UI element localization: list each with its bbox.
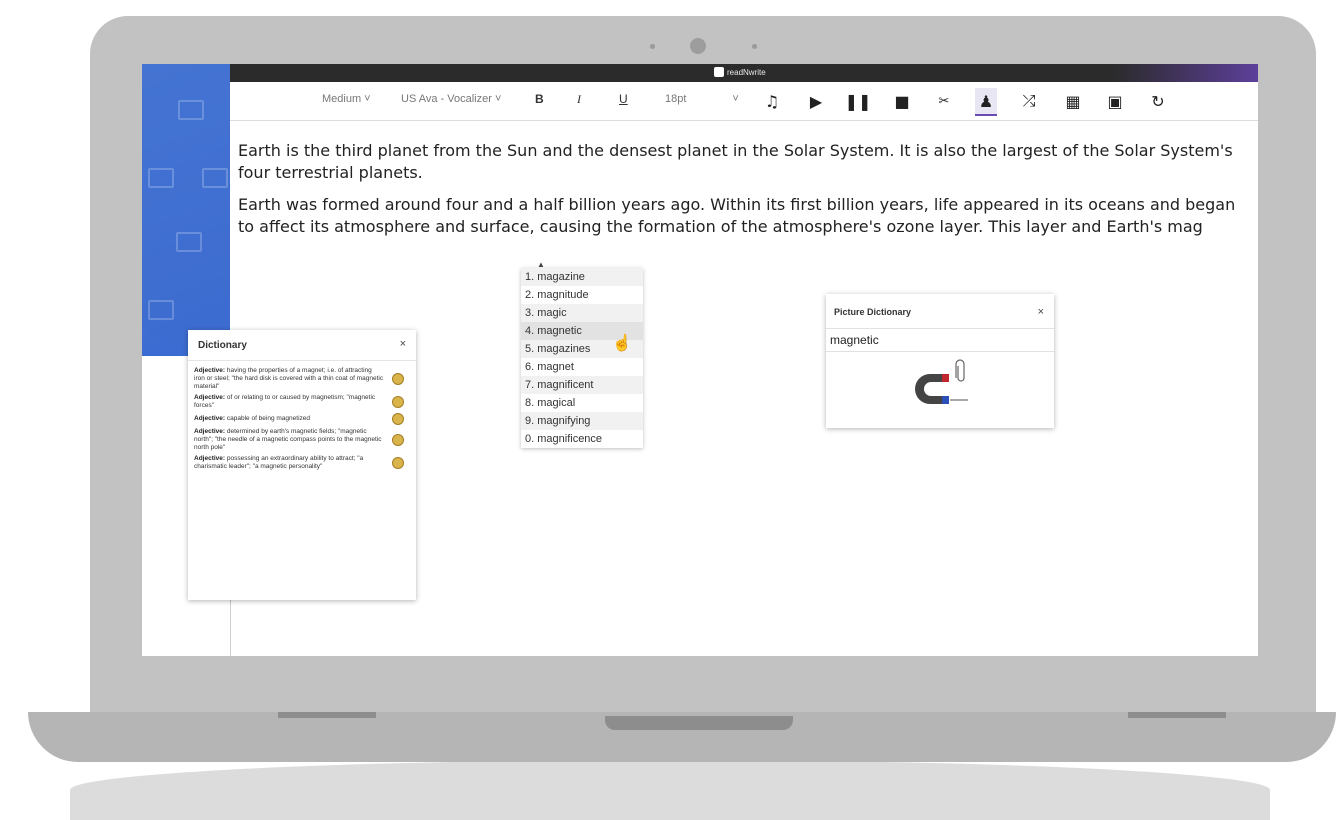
background-monitor-icon (148, 300, 174, 320)
picture-dictionary-close-button[interactable]: × (1038, 306, 1044, 318)
dictionary-header: Dictionary × (188, 330, 416, 361)
suggestion-item[interactable]: 6. magnet (521, 358, 643, 376)
pause-icon[interactable]: ❚❚ (845, 90, 872, 112)
paragraph: Earth is the third planet from the Sun a… (238, 141, 1233, 182)
suggestion-item[interactable]: 8. magical (521, 394, 643, 412)
play-icon[interactable]: ▶ (805, 90, 827, 112)
laptop-vent-right (1128, 712, 1226, 718)
definition-text: Adjective: capable of being magnetized (194, 415, 311, 422)
speak-icon[interactable] (392, 373, 404, 385)
dictionary-icon[interactable]: ▦ (1062, 90, 1084, 112)
app-titlebar: readNwrite (230, 64, 1258, 82)
dictionary-definitions: Adjective: having the properties of a ma… (188, 361, 416, 471)
background-monitor-icon (176, 232, 202, 252)
camera-lens (690, 38, 706, 54)
suggestion-item[interactable]: 2. magnitude (521, 286, 643, 304)
picture-dictionary-header: Picture Dictionary × (826, 294, 1054, 328)
definition-text: Adjective: of or relating to or caused b… (194, 394, 376, 409)
app-brand: readNwrite (714, 67, 766, 77)
laptop-notch (605, 716, 793, 730)
italic-button[interactable]: I (577, 92, 581, 107)
background-monitor-icon (148, 168, 174, 188)
definition-row: Adjective: having the properties of a ma… (194, 367, 410, 391)
underline-button[interactable]: U (619, 92, 628, 106)
font-size-select[interactable]: 18pt ˅ (665, 93, 739, 105)
shuffle-icon[interactable]: ⤮ (1018, 90, 1040, 112)
toolbar: Medium ˅ US Ava - Vocalizer ˅ B I U 18pt… (230, 82, 1258, 121)
suggestion-item[interactable]: 3. magic (521, 304, 643, 322)
app-logo-icon (714, 67, 724, 77)
word-prediction-list: ▲ 1. magazine 2. magnitude 3. magic 4. m… (521, 260, 643, 448)
dictionary-panel: Dictionary × Adjective: having the prope… (188, 330, 416, 600)
picture-dictionary-panel: Picture Dictionary × magnetic (826, 294, 1054, 428)
definition-row: Adjective: possessing an extraordinary a… (194, 455, 410, 471)
definition-text: Adjective: possessing an extraordinary a… (194, 455, 364, 470)
camera-dot-left (650, 44, 655, 49)
definition-text: Adjective: having the properties of a ma… (194, 367, 384, 390)
suggestion-item[interactable]: 9. magnifying (521, 412, 643, 430)
definition-row: Adjective: capable of being magnetized (194, 413, 410, 425)
paragraph: Earth was formed around four and a half … (238, 195, 1236, 236)
laptop-shadow (70, 760, 1270, 820)
document-body[interactable]: Earth is the third planet from the Sun a… (238, 140, 1250, 248)
speech-input-icon[interactable]: ♫ (761, 90, 783, 112)
speak-icon[interactable] (392, 413, 404, 425)
settings-icon[interactable]: ↻ (1147, 90, 1169, 112)
suggestion-item[interactable]: 1. magazine (521, 268, 643, 286)
laptop-vent-left (278, 712, 376, 718)
background-monitor-icon (178, 100, 204, 120)
stop-icon[interactable]: ■ (891, 90, 913, 112)
caret-up-icon: ▲ (537, 260, 545, 269)
bold-button[interactable]: B (535, 92, 544, 106)
definition-text: Adjective: determined by earth's magneti… (194, 428, 382, 451)
dictionary-close-button[interactable]: × (400, 338, 406, 350)
spell-check-icon[interactable]: ✂ (933, 90, 955, 112)
word-prediction-icon[interactable]: ♟ (975, 88, 997, 116)
suggestion-item[interactable]: 0. magnificence (521, 430, 643, 448)
picture-dictionary-title: Picture Dictionary (834, 307, 912, 317)
picture-dictionary-word: magnetic (826, 328, 1054, 352)
speak-icon[interactable] (392, 396, 404, 408)
definition-row: Adjective: determined by earth's magneti… (194, 428, 410, 452)
suggestion-item[interactable]: 7. magnificent (521, 376, 643, 394)
picture-dictionary-icon[interactable]: ▣ (1104, 90, 1126, 112)
speak-icon[interactable] (392, 434, 404, 446)
voice-select[interactable]: US Ava - Vocalizer ˅ (401, 93, 501, 105)
background-monitor-icon (202, 168, 228, 188)
definition-row: Adjective: of or relating to or caused b… (194, 394, 410, 410)
camera-dot-right (752, 44, 757, 49)
dictionary-title: Dictionary (198, 340, 247, 351)
speak-icon[interactable] (392, 457, 404, 469)
screen: readNwrite Medium ˅ US Ava - Vocalizer ˅… (142, 64, 1258, 656)
picture-dictionary-image (826, 352, 1054, 426)
speed-select[interactable]: Medium ˅ (322, 93, 371, 105)
app-brand-label: readNwrite (727, 67, 766, 77)
hand-cursor-icon: ☝ (612, 335, 632, 352)
magnet-icon (915, 359, 968, 404)
